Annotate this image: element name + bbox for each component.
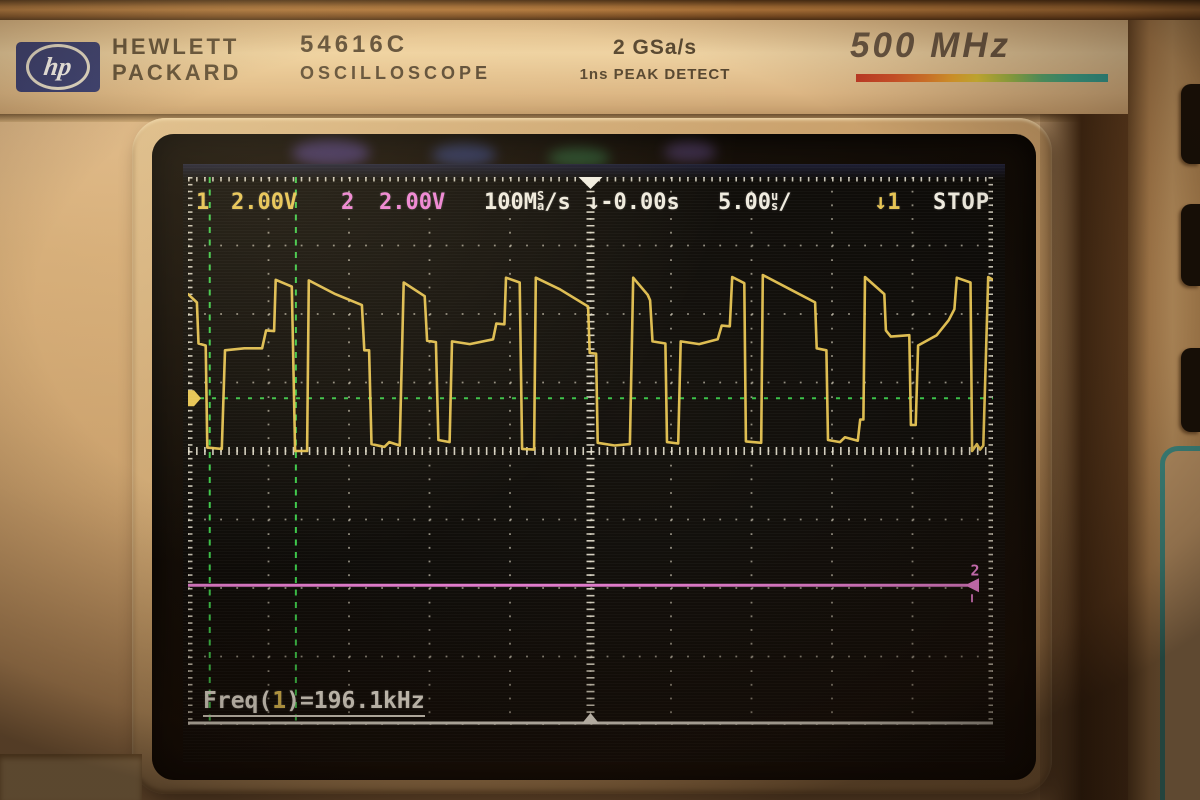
brand-strip: hp HEWLETT PACKARD 54616C OSCILLOSCOPE 2…: [0, 20, 1200, 117]
model-type: OSCILLOSCOPE: [300, 63, 491, 84]
hp-logo: hp: [16, 42, 100, 92]
timebase-tail: /: [778, 190, 791, 215]
sample-rate-block: 2 GSa/s 1ns PEAK DETECT: [540, 36, 770, 83]
panel-lower-left: [0, 754, 142, 800]
delay-value: -0.00s: [600, 190, 679, 215]
run-state: STOP: [933, 190, 990, 215]
model-number: 54616C: [300, 31, 491, 59]
hp-logo-text: hp: [42, 54, 73, 80]
glass-reflection: [292, 140, 370, 166]
glass-reflection: [432, 144, 496, 166]
softkey-group-outline: [1160, 446, 1200, 800]
brand-name-line2: PACKARD: [112, 60, 241, 86]
freq-channel: 1: [272, 688, 286, 714]
sample-rate-main: 100M: [484, 190, 537, 215]
delay-marker-icon: ↓: [587, 190, 600, 215]
freq-value: )=196.1kHz: [286, 688, 424, 714]
timebase-readout: 5.00us/: [718, 190, 791, 215]
trigger-source: 1: [887, 190, 900, 215]
timebase-unit-bottom: s: [771, 201, 778, 211]
bezel-side-shadow: [1040, 114, 1132, 800]
sample-rate-readout: 100MSa/s: [484, 190, 571, 215]
brand-name: HEWLETT PACKARD: [112, 34, 241, 86]
svg-text:2: 2: [970, 561, 979, 579]
ch1-volts-per-div: 2.00V: [231, 190, 297, 215]
peak-detect-label: 1ns PEAK DETECT: [540, 66, 770, 83]
softkey-button[interactable]: [1181, 84, 1200, 164]
hp-logo-ellipse: hp: [26, 44, 90, 90]
sample-rate-tail: /s: [544, 190, 571, 215]
sample-rate-unit-stack: Sa: [537, 191, 544, 211]
brand-name-line1: HEWLETT: [112, 34, 241, 60]
frequency-measurement: Freq(1)=196.1kHz: [203, 688, 425, 717]
timebase-unit-stack: us: [771, 191, 778, 211]
oscilloscope-photo: hp HEWLETT PACKARD 54616C OSCILLOSCOPE 2…: [0, 0, 1200, 800]
timebase-main: 5.00: [718, 190, 771, 215]
trigger-edge-icon: ↓: [874, 190, 887, 215]
sample-rate-unit-bottom: a: [537, 201, 544, 211]
model-block: 54616C OSCILLOSCOPE: [300, 31, 491, 84]
freq-prefix: Freq(: [203, 688, 272, 714]
glass-reflection: [664, 142, 716, 162]
softkey-button[interactable]: [1181, 204, 1200, 286]
chassis-top-edge: [0, 0, 1200, 22]
bandwidth-label: 500 MHz: [850, 26, 1011, 66]
softkey-button[interactable]: [1181, 348, 1200, 432]
bandwidth-block: 500 MHz: [850, 26, 1011, 66]
ch2-number: 2: [341, 190, 354, 215]
trigger-indicator: ↓1: [874, 190, 901, 215]
oscilloscope-screen: 2 1 2.00V 2 2.00V 100MSa/s ↓-0.00s 5.00u…: [183, 164, 1005, 762]
sample-rate-label: 2 GSa/s: [540, 36, 770, 60]
rainbow-stripe: [856, 74, 1108, 82]
delay-readout: ↓-0.00s: [587, 190, 680, 215]
ch1-number: 1: [196, 190, 209, 215]
ch2-volts-per-div: 2.00V: [379, 190, 445, 215]
graticule-and-traces: 2: [188, 177, 993, 725]
